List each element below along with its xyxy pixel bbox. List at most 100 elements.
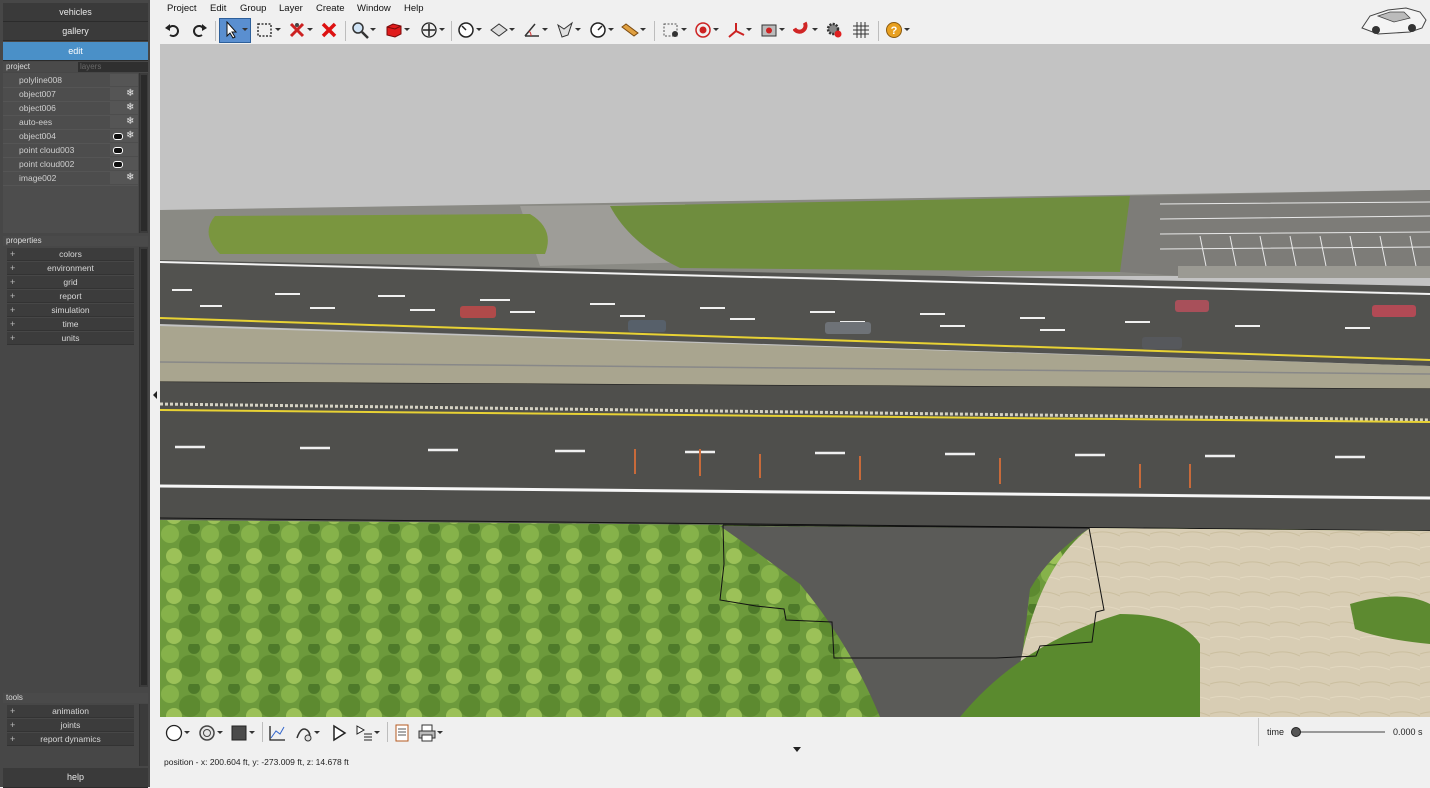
project-item-point-cloud003[interactable]: point cloud003: [3, 143, 138, 158]
chevron-down-icon[interactable]: [713, 28, 719, 31]
menu-edit[interactable]: Edit: [210, 3, 226, 14]
solid-object-button[interactable]: [385, 19, 411, 41]
property-colors[interactable]: + colors: [7, 248, 134, 261]
snowflake-icon[interactable]: ❄: [126, 116, 134, 128]
properties-scrollbar[interactable]: [139, 247, 148, 687]
material-button[interactable]: [198, 722, 224, 744]
chevron-down-icon[interactable]: [249, 731, 255, 734]
chevron-down-icon[interactable]: [476, 28, 482, 31]
surface-button[interactable]: [490, 19, 516, 41]
help-tool-button[interactable]: ?: [885, 19, 911, 41]
pan-button[interactable]: [420, 19, 446, 41]
chevron-down-icon[interactable]: [439, 28, 445, 31]
property-report[interactable]: + report: [7, 290, 134, 303]
nav-vehicles-button[interactable]: vehicles: [3, 3, 148, 22]
project-item-polyline008[interactable]: polyline008: [3, 73, 138, 88]
path-button[interactable]: [295, 722, 321, 744]
project-item-object004[interactable]: object004 ❄: [3, 129, 138, 144]
lock-cell[interactable]: ❄: [124, 130, 138, 142]
axes-button[interactable]: [727, 19, 753, 41]
graph-button[interactable]: [268, 722, 288, 744]
select-tool-button[interactable]: [219, 18, 251, 43]
measure-button[interactable]: [457, 19, 483, 41]
color-button[interactable]: [230, 722, 256, 744]
nav-gallery-button[interactable]: gallery: [3, 22, 148, 41]
menu-help[interactable]: Help: [404, 3, 424, 14]
project-item-auto-ees[interactable]: auto-ees ❄: [3, 115, 138, 130]
time-slider-track[interactable]: [1295, 731, 1385, 733]
tool-joints[interactable]: + joints: [7, 719, 134, 732]
menu-window[interactable]: Window: [357, 3, 391, 14]
zoom-button[interactable]: [351, 19, 377, 41]
time-slider-handle[interactable]: [1291, 727, 1301, 737]
snowflake-icon[interactable]: ❄: [126, 88, 134, 100]
collapse-panel-arrow-icon[interactable]: [153, 391, 157, 399]
delete-button[interactable]: [320, 19, 340, 41]
chevron-down-icon[interactable]: [812, 28, 818, 31]
visibility-cell[interactable]: [110, 144, 124, 156]
visibility-cell[interactable]: [110, 158, 124, 170]
eye-icon[interactable]: [113, 133, 123, 140]
expand-panel-arrow-icon[interactable]: [793, 747, 801, 752]
grid-button[interactable]: [852, 19, 872, 41]
lock-cell[interactable]: [124, 144, 138, 156]
undo-button[interactable]: [164, 19, 184, 41]
crop-button[interactable]: [662, 19, 688, 41]
project-item-object007[interactable]: object007 ❄: [3, 87, 138, 102]
chevron-down-icon[interactable]: [575, 28, 581, 31]
chevron-down-icon[interactable]: [509, 28, 515, 31]
lock-cell[interactable]: ❄: [124, 172, 138, 184]
scrollbar-thumb[interactable]: [141, 75, 147, 231]
chevron-down-icon[interactable]: [542, 28, 548, 31]
tab-project[interactable]: project: [3, 62, 78, 72]
property-units[interactable]: + units: [7, 332, 134, 345]
tab-layers[interactable]: layers: [77, 62, 148, 72]
property-environment[interactable]: + environment: [7, 262, 134, 275]
visibility-cell[interactable]: [110, 88, 124, 100]
eye-icon[interactable]: [113, 147, 123, 154]
snowflake-icon[interactable]: ❄: [126, 130, 134, 142]
chevron-down-icon[interactable]: [904, 28, 910, 31]
chevron-down-icon[interactable]: [404, 28, 410, 31]
eye-icon[interactable]: [113, 161, 123, 168]
delete-points-button[interactable]: [288, 19, 314, 41]
scrollbar-thumb[interactable]: [141, 249, 147, 685]
project-item-image002[interactable]: image002 ❄: [3, 171, 138, 186]
menu-project[interactable]: Project: [167, 3, 197, 14]
3d-viewport[interactable]: [160, 44, 1430, 717]
visibility-cell[interactable]: [110, 130, 124, 142]
project-item-point-cloud002[interactable]: point cloud002: [3, 157, 138, 172]
chevron-down-icon[interactable]: [374, 731, 380, 734]
visibility-cell[interactable]: [110, 116, 124, 128]
chevron-down-icon[interactable]: [437, 731, 443, 734]
magnet-button[interactable]: [793, 19, 819, 41]
print-button[interactable]: [418, 722, 444, 744]
box-select-button[interactable]: [256, 19, 282, 41]
play-button[interactable]: [330, 722, 350, 744]
property-grid[interactable]: + grid: [7, 276, 134, 289]
lock-cell[interactable]: ❄: [124, 102, 138, 114]
angle-button[interactable]: [523, 19, 549, 41]
visibility-cell[interactable]: [110, 102, 124, 114]
chevron-down-icon[interactable]: [640, 28, 646, 31]
lock-cell[interactable]: [124, 74, 138, 86]
redo-button[interactable]: [190, 19, 210, 41]
chevron-down-icon[interactable]: [681, 28, 687, 31]
chevron-down-icon[interactable]: [307, 28, 313, 31]
visibility-cell[interactable]: [110, 172, 124, 184]
target-button[interactable]: [694, 19, 720, 41]
chevron-down-icon[interactable]: [370, 28, 376, 31]
chevron-down-icon[interactable]: [314, 731, 320, 734]
project-list-scrollbar[interactable]: [139, 73, 148, 233]
snowflake-icon[interactable]: ❄: [126, 102, 134, 114]
tool-animation[interactable]: + animation: [7, 705, 134, 718]
chevron-down-icon[interactable]: [242, 28, 248, 31]
lock-cell[interactable]: ❄: [124, 88, 138, 100]
chevron-down-icon[interactable]: [184, 731, 190, 734]
lock-cell[interactable]: [124, 158, 138, 170]
chevron-down-icon[interactable]: [275, 28, 281, 31]
chevron-down-icon[interactable]: [217, 731, 223, 734]
chevron-down-icon[interactable]: [608, 28, 614, 31]
report-button[interactable]: [393, 722, 413, 744]
chevron-down-icon[interactable]: [746, 28, 752, 31]
